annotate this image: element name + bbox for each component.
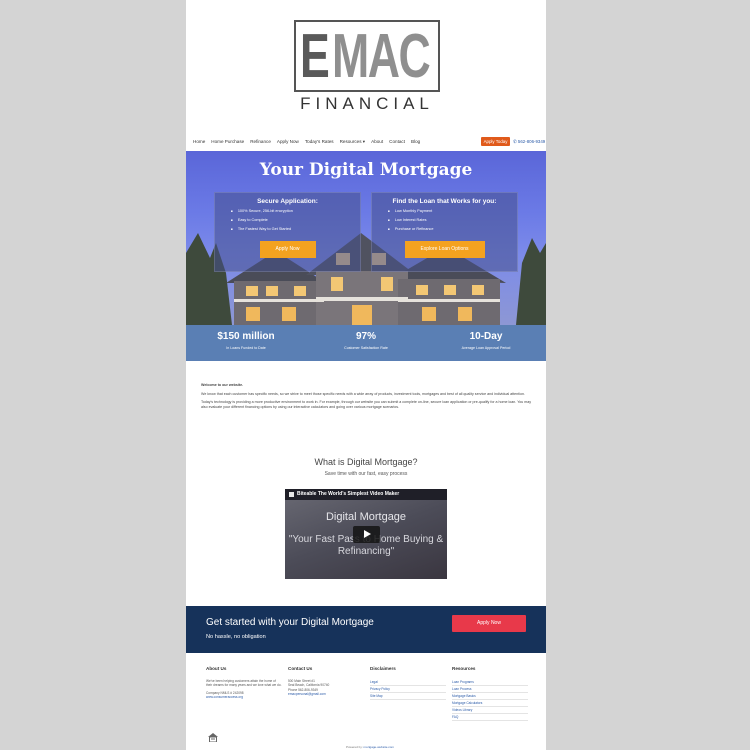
video-brand-tagline: The World's Simplest Video Maker	[317, 491, 400, 497]
list-item: Purchase or Refinance	[388, 227, 434, 231]
nav-item-contact[interactable]: Contact	[389, 139, 405, 145]
nav-item-apply-now[interactable]: Apply Now	[277, 139, 299, 145]
video-player[interactable]: Biteable The World's Simplest Video Make…	[285, 489, 447, 579]
logo-financial: FINANCIAL	[300, 94, 434, 113]
nav-item-resources[interactable]: Resources ▾	[340, 139, 366, 145]
stat-value: 97%	[355, 331, 376, 342]
nav-item-blog[interactable]: Blog	[411, 139, 420, 145]
video-header-bar: Biteable The World's Simplest Video Make…	[285, 489, 447, 500]
footer-link-loan-process[interactable]: Loan Process	[452, 686, 528, 693]
nav-item-home-purchase[interactable]: Home Purchase	[211, 139, 244, 145]
secure-application-panel: Secure Application: 100% Secure, 256-bit…	[214, 192, 361, 272]
logo-letters-mac: MAC	[332, 22, 431, 91]
phone-number: 562-806-9349	[517, 139, 546, 144]
feature-list: 100% Secure, 256-bit encryption Easy to …	[231, 209, 293, 236]
biteable-logo-icon	[289, 492, 294, 497]
nav-item-todays-rates[interactable]: Today's Rates	[305, 139, 334, 145]
apply-today-button[interactable]: Apply Today	[481, 137, 510, 146]
nav-item-refinance[interactable]: Refinance	[250, 139, 271, 145]
footer-link-mortgage-basics[interactable]: Mortgage Basics	[452, 693, 528, 700]
explore-loan-options-button[interactable]: Explore Loan Options	[404, 241, 485, 258]
logo-letter-e: E	[300, 22, 330, 91]
footer-contact: Contact Us 500 Main Street #1 Seal Beach…	[288, 666, 364, 696]
apply-now-button[interactable]: Apply Now	[259, 241, 316, 258]
footer-heading: Disclaimers	[370, 666, 396, 671]
footer-about: About Us We've been helping customers at…	[206, 666, 282, 699]
footer-link-videos-library[interactable]: Videos Library	[452, 707, 528, 714]
stat-label: Customer Satisfaction Rate	[344, 346, 388, 350]
cta-apply-now-button[interactable]: Apply Now	[452, 615, 526, 632]
powered-by-label: Powered by:	[346, 745, 363, 749]
video-title: Digital Mortgage	[325, 511, 407, 523]
stat-satisfaction: 97% Customer Satisfaction Rate	[306, 331, 426, 350]
footer-resources: Resources Loan Programs Loan Process Mor…	[452, 666, 528, 721]
contact-email-link[interactable]: emacpersonal@gmail.com	[288, 692, 364, 696]
list-item: Easy to Complete	[231, 218, 293, 222]
footer-heading: Contact Us	[288, 666, 313, 671]
feature-list: Low Monthly Payment Low Interest Rates P…	[388, 209, 434, 236]
video-brand-name: Biteable	[297, 491, 317, 497]
footer-link-loan-programs[interactable]: Loan Programs	[452, 679, 528, 686]
stat-label: In Loans Funded to Date	[226, 346, 266, 350]
stat-value: 10-Day	[469, 331, 503, 342]
cta-subtitle: No hassle, no obligation	[206, 634, 266, 640]
welcome-title: Welcome to our website.	[201, 383, 244, 387]
disclaimer-links: Legal Privacy Policy Site Map	[370, 679, 446, 700]
footer-link-faq[interactable]: FAQ	[452, 714, 528, 721]
footer-link-site-map[interactable]: Site Map	[370, 693, 446, 700]
footer-link-legal[interactable]: Legal	[370, 679, 446, 686]
header-phone[interactable]: ✆ 562-806-9349	[513, 139, 545, 145]
footer-heading: About Us	[206, 666, 227, 671]
list-item: The Fastest Way to Get Started	[231, 227, 293, 231]
welcome-paragraph: Today's technology is providing a more p…	[201, 400, 532, 409]
consumer-access-link[interactable]: www.consumeraccess.org	[206, 695, 282, 699]
cta-banner: Get started with your Digital Mortgage N…	[186, 606, 546, 653]
resource-links: Loan Programs Loan Process Mortgage Basi…	[452, 679, 528, 721]
play-icon[interactable]	[353, 526, 380, 543]
hero-title: Your Digital Mortgage	[259, 160, 473, 180]
stat-loans-funded: $150 million In Loans Funded to Date	[186, 331, 306, 350]
cta-title: Get started with your Digital Mortgage	[206, 617, 374, 628]
panel-title: Find the Loan that Works for you:	[392, 198, 497, 205]
web-page: E MAC FINANCIAL Home Home Purchase Refin…	[186, 0, 546, 750]
nav-item-home[interactable]: Home	[193, 139, 205, 145]
stat-label: Average Loan Approval Period	[461, 346, 511, 350]
welcome-section: Welcome to our website. We know that eac…	[201, 383, 533, 413]
powered-by: Powered by: mortgage-website.com	[346, 745, 394, 749]
powered-by-link[interactable]: mortgage-website.com	[364, 745, 394, 749]
list-item: Low Interest Rates	[388, 218, 433, 222]
stats-bar: $150 million In Loans Funded to Date 97%…	[186, 325, 546, 361]
about-text: We've been helping customers attain the …	[206, 679, 282, 688]
stat-approval-period: 10-Day Average Loan Approval Period	[426, 331, 546, 350]
equal-housing-icon	[208, 733, 218, 742]
list-item: 100% Secure, 256-bit encryption	[231, 209, 293, 213]
section-title: What is Digital Mortgage?	[314, 457, 418, 467]
footer-heading: Resources	[452, 666, 476, 671]
hero-banner: Your Digital Mortgage Secure Application…	[186, 151, 546, 325]
footer-link-mortgage-calculators[interactable]: Mortgage Calculators	[452, 700, 528, 707]
panel-title: Secure Application:	[257, 198, 318, 205]
nav-item-about[interactable]: About	[371, 139, 383, 145]
find-loan-panel: Find the Loan that Works for you: Low Mo…	[371, 192, 518, 272]
footer-link-privacy-policy[interactable]: Privacy Policy	[370, 686, 446, 693]
company-logo[interactable]: E MAC FINANCIAL	[294, 20, 440, 115]
video-brand: Biteable The World's Simplest Video Make…	[297, 491, 399, 497]
section-subtitle: Save time with our fast, easy process	[324, 471, 408, 477]
stat-value: $150 million	[217, 331, 275, 342]
welcome-paragraph: We know that each customer has specific …	[201, 392, 525, 396]
main-nav: Home Home Purchase Refinance Apply Now T…	[193, 139, 420, 145]
footer-disclaimers: Disclaimers Legal Privacy Policy Site Ma…	[370, 666, 446, 700]
list-item: Low Monthly Payment	[388, 209, 433, 213]
